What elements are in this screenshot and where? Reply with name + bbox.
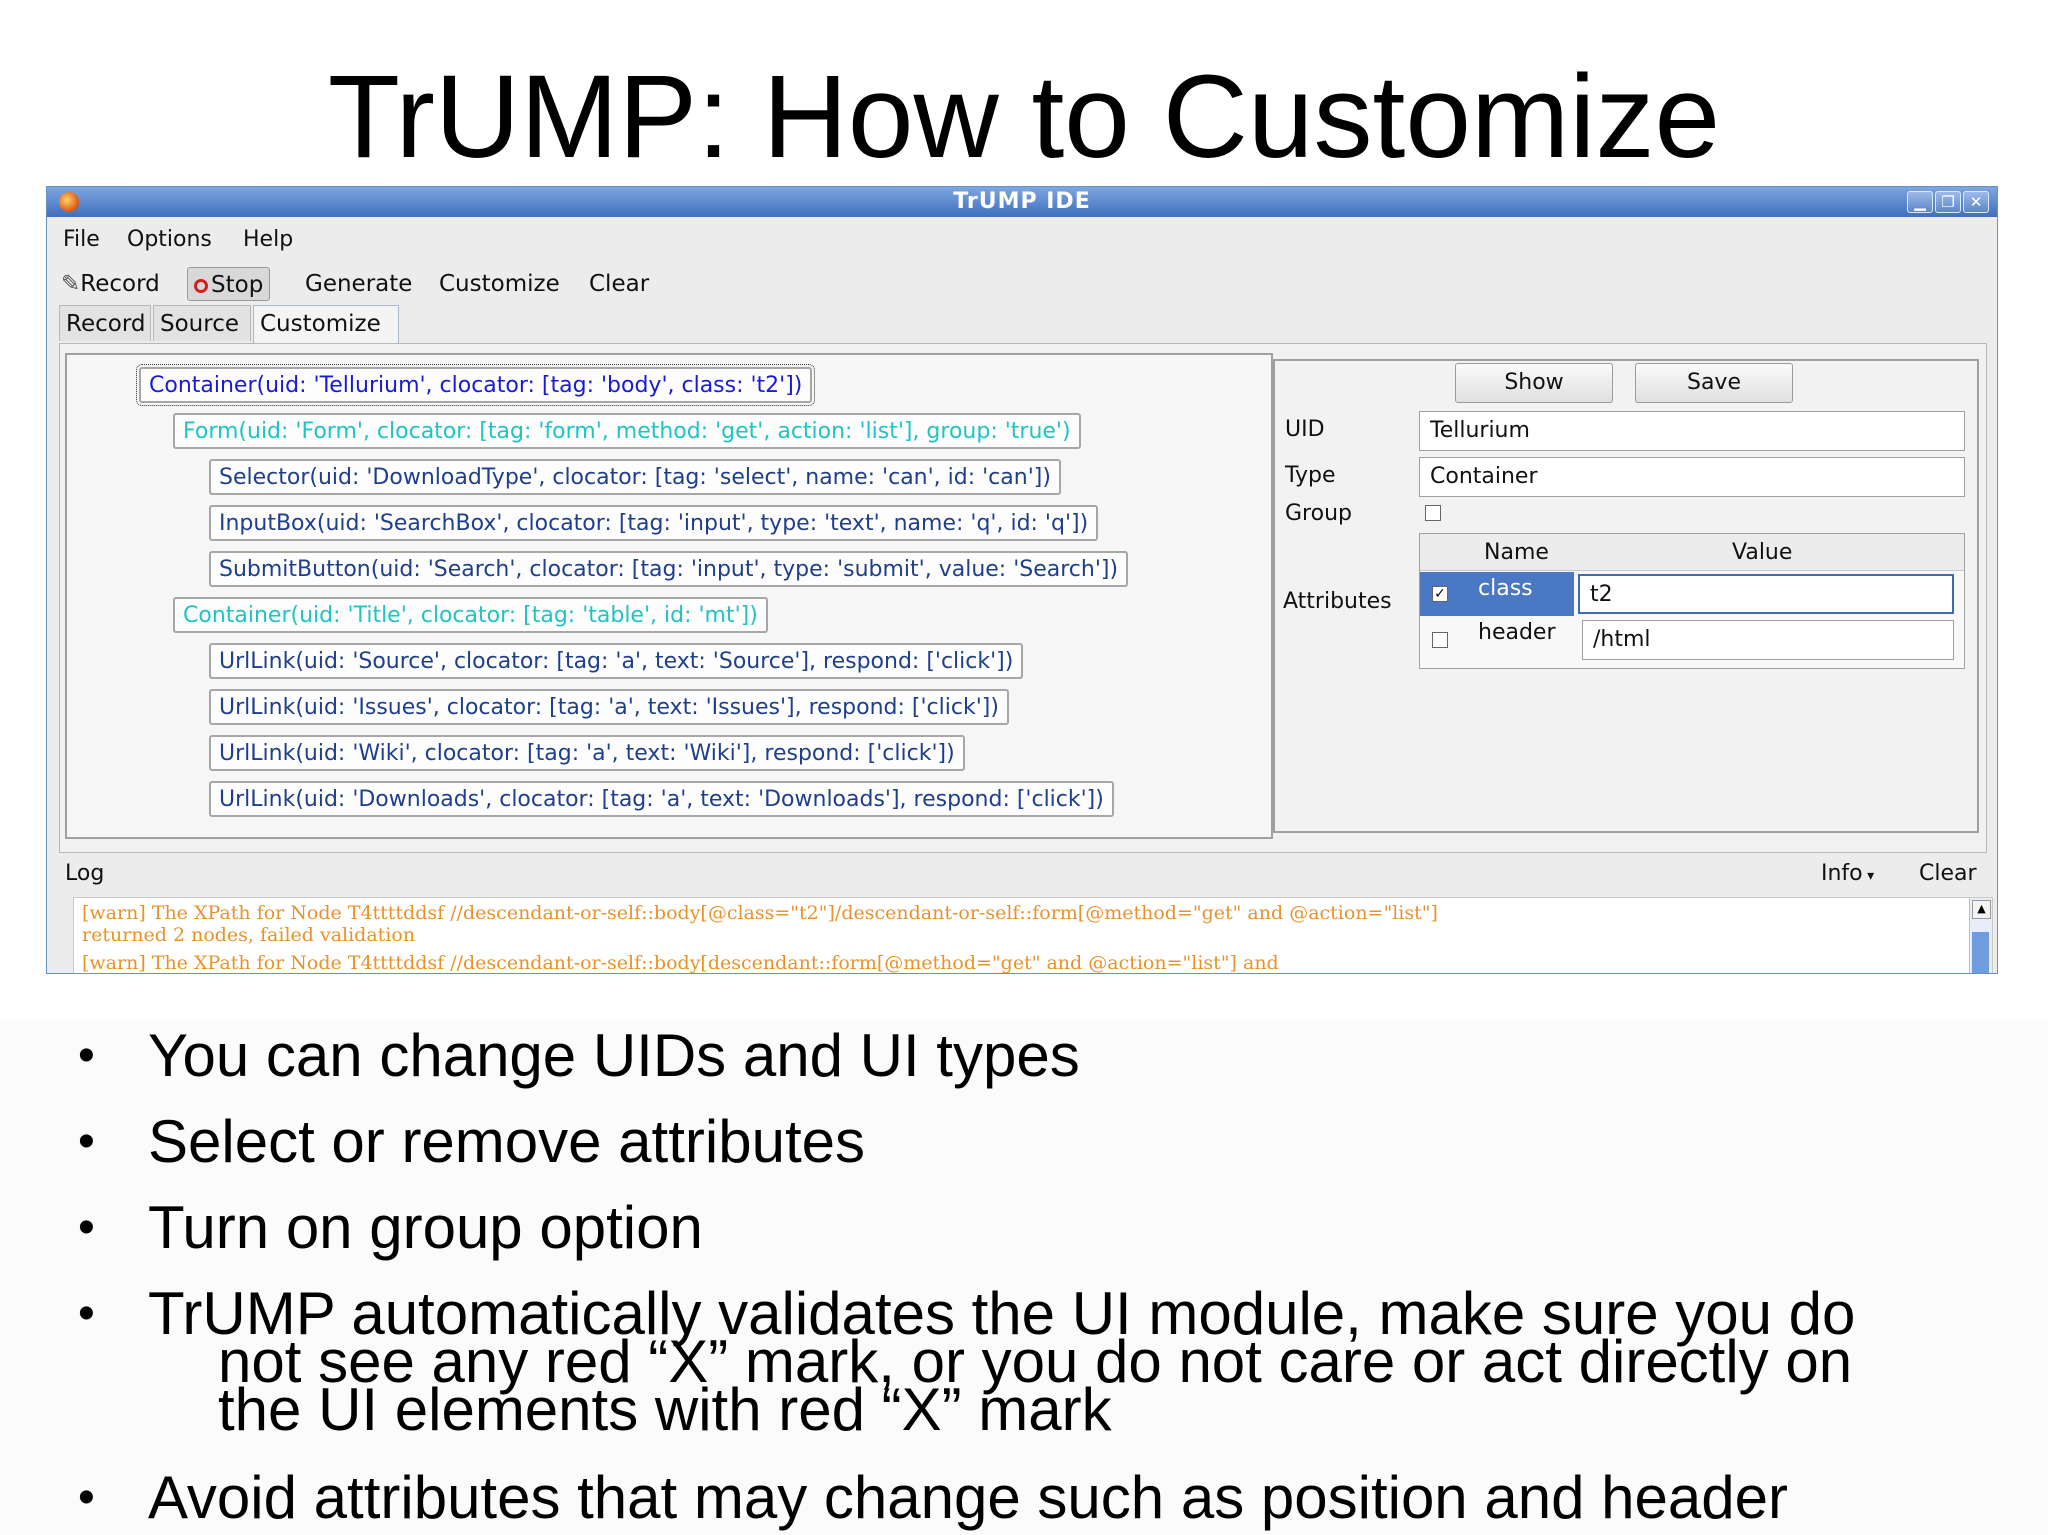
attr-name-class: class — [1478, 576, 1533, 601]
tree-node[interactable]: UrlLink(uid: 'Wiki', clocator: [tag: 'a'… — [209, 735, 965, 771]
log-line: returned 2 nodes, failed validation — [82, 924, 416, 946]
close-icon[interactable]: ✕ — [1963, 191, 1989, 213]
attr-checkbox-header[interactable] — [1432, 632, 1448, 648]
attr-checkbox-class[interactable]: ✓ — [1432, 586, 1448, 602]
record-label: Record — [80, 271, 160, 297]
stop-label: Stop — [211, 272, 264, 298]
attr-header-name: Name — [1484, 540, 1549, 565]
clear-button[interactable]: Clear — [589, 267, 649, 301]
maximize-icon[interactable]: ❐ — [1935, 191, 1961, 213]
customize-button[interactable]: Customize — [439, 267, 560, 301]
tree-node[interactable]: UrlLink(uid: 'Downloads', clocator: [tag… — [209, 781, 1114, 817]
tree-node[interactable]: Container(uid: 'Title', clocator: [tag: … — [173, 597, 768, 633]
uid-label: UID — [1285, 417, 1325, 442]
slide-title: TrUMP: How to Customize — [327, 51, 1721, 183]
attr-row-class[interactable]: ✓ class t2 — [1420, 572, 1964, 616]
tree-node[interactable]: UrlLink(uid: 'Source', clocator: [tag: '… — [209, 643, 1024, 679]
attributes-table-header: Name Value — [1420, 534, 1964, 571]
menu-help[interactable]: Help — [243, 227, 293, 252]
show-button[interactable]: Show — [1455, 363, 1613, 403]
tab-customize[interactable]: Customize — [253, 305, 399, 343]
group-checkbox[interactable] — [1425, 505, 1441, 521]
bullet-item: You can change UIDs and UI types — [148, 1022, 1080, 1089]
bullet-dot: • — [78, 1201, 95, 1254]
tree-node[interactable]: InputBox(uid: 'SearchBox', clocator: [ta… — [209, 505, 1099, 541]
window-title: TrUMP IDE — [953, 189, 1091, 214]
save-button[interactable]: Save — [1635, 363, 1793, 403]
attr-value-class[interactable]: t2 — [1578, 574, 1954, 614]
log-level-value: Info — [1821, 861, 1863, 886]
toolbar: ✎Record Stop Generate Customize Clear — [47, 263, 1997, 303]
stop-icon — [194, 279, 208, 293]
bullet-item-continuation: the UI elements with red “X” mark — [218, 1376, 1112, 1443]
bullet-dot: • — [78, 1029, 95, 1082]
log-output[interactable]: [warn] The XPath for Node T4ttttddsf //d… — [73, 897, 1993, 974]
menubar: File Options Help — [47, 221, 1997, 257]
log-line: [warn] The XPath for Node T4ttttddsf //d… — [82, 902, 1438, 924]
chevron-down-icon: ▾ — [1862, 868, 1875, 884]
log-label: Log — [65, 861, 105, 886]
scroll-thumb[interactable] — [1972, 932, 1989, 973]
attr-header-value: Value — [1732, 540, 1793, 565]
tab-record[interactable]: Record — [59, 305, 151, 341]
type-field[interactable]: Container — [1419, 457, 1965, 497]
tree-node[interactable]: SubmitButton(uid: 'Search', clocator: [t… — [209, 551, 1129, 587]
attr-row-header[interactable]: header /html — [1420, 620, 1964, 664]
attributes-table: Name Value ✓ class t2 header /html — [1419, 533, 1965, 669]
menu-options[interactable]: Options — [127, 227, 212, 252]
uid-field[interactable]: Tellurium — [1419, 411, 1965, 451]
bullet-item: Select or remove attributes — [148, 1108, 865, 1175]
tree-node[interactable]: Form(uid: 'Form', clocator: [tag: 'form'… — [173, 413, 1081, 449]
attributes-label: Attributes — [1283, 589, 1392, 614]
bullet-dot: • — [78, 1115, 95, 1168]
log-clear-button[interactable]: Clear — [1919, 861, 1977, 886]
record-button[interactable]: ✎Record — [61, 267, 160, 301]
log-line: [warn] The XPath for Node T4ttttddsf //d… — [82, 952, 1279, 974]
window-titlebar[interactable]: TrUMP IDE ▁ ❐ ✕ — [47, 187, 1997, 217]
bullet-dot: • — [78, 1471, 95, 1524]
stop-button[interactable]: Stop — [187, 267, 271, 301]
tree-node[interactable]: Selector(uid: 'DownloadType', clocator: … — [209, 459, 1061, 495]
scroll-up-icon[interactable]: ▲ — [1972, 900, 1991, 919]
type-label: Type — [1285, 463, 1336, 488]
minimize-icon[interactable]: ▁ — [1907, 191, 1933, 213]
bullet-item: Turn on group option — [148, 1194, 703, 1261]
log-level-dropdown[interactable]: Info ▾ — [1821, 861, 1874, 886]
log-scrollbar[interactable]: ▲ — [1969, 898, 1992, 973]
attr-name-header: header — [1478, 620, 1556, 645]
group-label: Group — [1285, 501, 1352, 526]
generate-button[interactable]: Generate — [305, 267, 412, 301]
menu-file[interactable]: File — [63, 227, 100, 252]
trump-ide-window: TrUMP IDE ▁ ❐ ✕ File Options Help ✎Recor… — [46, 186, 1998, 974]
tree-node[interactable]: Container(uid: 'Tellurium', clocator: [t… — [135, 364, 816, 406]
bullet-item: Avoid attributes that may change such as… — [148, 1464, 1788, 1531]
pencil-icon: ✎ — [61, 271, 81, 297]
ui-module-tree: Container(uid: 'Tellurium', clocator: [t… — [65, 353, 1273, 839]
bullet-dot: • — [78, 1287, 95, 1340]
bullet-list: • You can change UIDs and UI types • Sel… — [0, 1020, 2048, 1535]
tree-node[interactable]: UrlLink(uid: 'Issues', clocator: [tag: '… — [209, 689, 1009, 725]
tab-source[interactable]: Source — [153, 305, 251, 341]
attr-value-header[interactable]: /html — [1582, 620, 1954, 660]
